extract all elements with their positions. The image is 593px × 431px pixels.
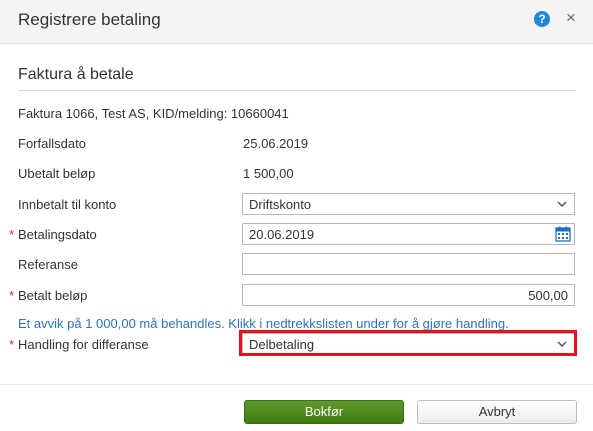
invoice-info: Faktura 1066, Test AS, KID/melding: 1066… [18, 106, 289, 121]
paid-amount-label: Betalt beløp [18, 288, 88, 303]
close-icon[interactable]: × [563, 9, 579, 27]
required-marker: * [9, 337, 15, 352]
required-marker: * [9, 227, 15, 242]
register-payment-dialog: Registrere betaling ? × Faktura å betale… [0, 0, 593, 431]
highlight-annotation [239, 330, 577, 356]
footer-divider [0, 384, 593, 385]
payment-date-input[interactable]: 20.06.2019 [242, 223, 575, 245]
chevron-down-icon [557, 201, 567, 208]
section-divider [18, 90, 576, 91]
reference-label: Referanse [18, 257, 78, 272]
unpaid-amount-value: 1 500,00 [243, 166, 294, 181]
payment-date-value: 20.06.2019 [249, 227, 315, 242]
paid-amount-value: 500,00 [528, 288, 568, 303]
paid-amount-input[interactable]: 500,00 [242, 284, 575, 306]
submit-button[interactable]: Bokfør [244, 400, 404, 424]
deposit-account-select[interactable]: Driftskonto [242, 193, 575, 215]
required-marker: * [9, 288, 15, 303]
deposit-account-label: Innbetalt til konto [18, 197, 117, 212]
difference-warning: Et avvik på 1 000,00 må behandles. Klikk… [18, 316, 509, 331]
cancel-button[interactable]: Avbryt [417, 400, 577, 424]
calendar-icon[interactable] [555, 226, 571, 242]
help-icon[interactable]: ? [534, 11, 550, 27]
dialog-title: Registrere betaling [18, 10, 161, 29]
difference-handling-label: Handling for differanse [18, 337, 149, 352]
unpaid-amount-label: Ubetalt beløp [18, 166, 96, 181]
dialog-header: Registrere betaling ? × [0, 0, 593, 44]
section-title: Faktura å betale [18, 66, 134, 83]
payment-date-label: Betalingsdato [18, 227, 97, 242]
due-date-label: Forfallsdato [18, 136, 86, 151]
reference-input[interactable] [242, 253, 575, 275]
due-date-value: 25.06.2019 [243, 136, 309, 151]
deposit-account-value: Driftskonto [249, 197, 312, 212]
